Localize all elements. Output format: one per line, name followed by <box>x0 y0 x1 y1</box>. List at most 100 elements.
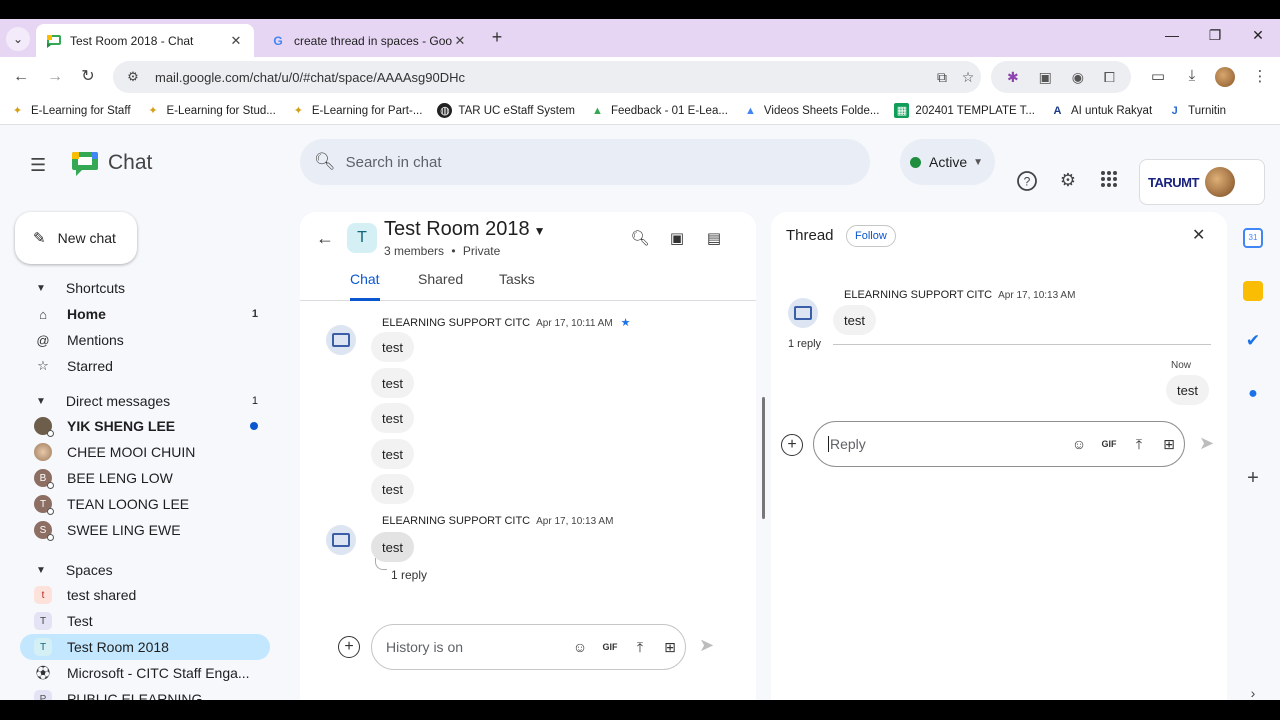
bookmark-elearning-students[interactable]: ✦ E-Learning for Stud... <box>146 103 275 118</box>
thread-reply-link[interactable]: 1 reply <box>391 568 427 582</box>
gif-icon[interactable]: GIF <box>595 642 625 652</box>
upload-icon[interactable]: ⤒ <box>625 639 655 656</box>
message-bubble[interactable]: test <box>371 403 414 433</box>
dm-section-header[interactable]: ▼ Direct messages 1 <box>36 393 258 409</box>
apps-grid-icon[interactable] <box>1098 170 1120 192</box>
calendar-icon[interactable]: 31 <box>1243 228 1263 248</box>
add-attachment-icon[interactable]: + <box>338 636 360 658</box>
star-icon[interactable]: ★ <box>621 317 631 329</box>
video-meeting-icon[interactable]: ⊞ <box>655 639 685 656</box>
settings-gear-icon[interactable]: ⚙ <box>1057 170 1079 192</box>
download-icon[interactable]: ⤓ <box>1182 67 1202 87</box>
extension-icon[interactable]: ✱ <box>1007 69 1019 86</box>
help-icon[interactable]: ? <box>1016 170 1038 192</box>
dm-yik-sheng-lee[interactable]: YIK SHENG LEE <box>20 413 270 439</box>
message-bubble[interactable]: test <box>371 474 414 504</box>
tab-search-icon[interactable]: ⌄ <box>6 27 30 51</box>
bookmark-feedback[interactable]: ▲ Feedback - 01 E-Lea... <box>590 103 728 118</box>
address-bar[interactable]: ⚙ mail.google.com/chat/u/0/#chat/space/A… <box>113 61 981 93</box>
room-title[interactable]: Test Room 2018 ▼ <box>384 218 546 241</box>
menu-more-icon[interactable]: ⋮ <box>1250 67 1270 87</box>
message-bubble[interactable]: test <box>371 368 414 398</box>
main-menu-icon[interactable]: ☰ <box>30 155 52 177</box>
bookmark-template[interactable]: ▦ 202401 TEMPLATE T... <box>894 103 1035 118</box>
cast-icon[interactable]: ▭ <box>1148 67 1168 87</box>
member-count[interactable]: 3 members <box>384 244 444 258</box>
extension-icon[interactable]: ▣ <box>1039 69 1052 86</box>
tab-google-search[interactable]: G create thread in spaces - Googl ✕ <box>260 24 478 57</box>
close-icon[interactable]: ✕ <box>1192 225 1205 245</box>
dm-tean-loong-lee[interactable]: T TEAN LOONG LEE <box>20 491 270 517</box>
shortcuts-section-header[interactable]: ▼ Shortcuts <box>36 280 125 296</box>
follow-button[interactable]: Follow <box>846 225 896 247</box>
close-tab-icon[interactable]: ✕ <box>452 33 468 49</box>
bookmark-turnitin[interactable]: J Turnitin <box>1167 103 1226 118</box>
org-account-button[interactable]: TARUMT <box>1139 159 1265 205</box>
new-chat-button[interactable]: ✎ New chat <box>15 212 137 264</box>
dm-bee-leng-low[interactable]: B BEE LENG LOW <box>20 465 270 491</box>
dm-chee-mooi-chuin[interactable]: CHEE MOOI CHUIN <box>20 439 270 465</box>
emoji-icon[interactable]: ☺ <box>565 639 595 655</box>
space-test-shared[interactable]: t test shared <box>20 582 270 608</box>
site-info-icon[interactable]: ⚙ <box>123 67 143 87</box>
message-bubble[interactable]: test <box>371 439 414 469</box>
search-icon[interactable]: 🔍︎ <box>630 229 650 247</box>
space-test[interactable]: T Test <box>20 608 270 634</box>
space-test-room-2018[interactable]: T Test Room 2018 <box>20 634 270 660</box>
bookmark-estaff[interactable]: ◍ TAR UC eStaff System <box>437 103 575 118</box>
sender-name[interactable]: ELEARNING SUPPORT CITC <box>382 515 530 527</box>
spaces-section-header[interactable]: ▼ Spaces <box>36 562 113 578</box>
bookmark-elearning-part[interactable]: ✦ E-Learning for Part-... <box>291 103 423 118</box>
upload-icon[interactable]: ⤒ <box>1124 436 1154 453</box>
sidebar-item-mentions[interactable]: @ Mentions <box>20 327 270 353</box>
contacts-icon[interactable]: ● <box>1243 384 1263 404</box>
add-addon-icon[interactable]: + <box>1243 468 1263 488</box>
open-in-app-icon[interactable]: ⧉ <box>929 69 955 86</box>
keep-icon[interactable] <box>1243 281 1263 301</box>
space-public-elearning[interactable]: P PUBLIC ELEARNING <box>20 686 270 700</box>
close-tab-icon[interactable]: ✕ <box>228 33 244 49</box>
message-input[interactable]: History is on ☺ GIF ⤒ ⊞ <box>371 624 686 670</box>
profile-avatar[interactable] <box>1215 67 1235 87</box>
send-icon[interactable]: ➤ <box>1199 433 1214 454</box>
tab-shared[interactable]: Shared <box>418 271 463 301</box>
back-arrow-icon[interactable]: ← <box>316 228 334 249</box>
sidebar-item-starred[interactable]: ☆ Starred <box>20 353 270 379</box>
bookmark-ai-rakyat[interactable]: A AI untuk Rakyat <box>1050 103 1152 118</box>
reply-input[interactable]: Reply ☺ GIF ⤒ ⊞ <box>813 421 1185 467</box>
bookmark-videos[interactable]: ▲ Videos Sheets Folde... <box>743 103 879 118</box>
new-tab-icon[interactable]: + <box>485 27 509 48</box>
bookmark-star-icon[interactable]: ☆ <box>955 69 981 86</box>
tab-chat[interactable]: Chat <box>350 271 380 301</box>
restore-icon[interactable]: ❐ <box>1205 27 1225 44</box>
message-bubble[interactable]: test <box>371 332 414 362</box>
chat-scrollbar[interactable] <box>762 397 765 519</box>
sender-avatar[interactable] <box>788 298 818 328</box>
send-icon[interactable]: ➤ <box>699 635 714 656</box>
tasks-icon[interactable]: ✔ <box>1243 331 1263 351</box>
space-microsoft-citc[interactable]: ⚽︎ Microsoft - CITC Staff Enga... <box>20 660 270 686</box>
back-icon[interactable]: ← <box>10 66 32 88</box>
sender-avatar[interactable] <box>326 525 356 555</box>
bookmark-elearning-staff[interactable]: ✦ E-Learning for Staff <box>10 103 131 118</box>
video-meeting-icon[interactable]: ⊞ <box>1154 436 1184 453</box>
picture-in-picture-icon[interactable]: ▣ <box>667 229 687 247</box>
sender-name[interactable]: ELEARNING SUPPORT CITC <box>382 317 530 329</box>
forward-icon[interactable]: → <box>44 66 66 88</box>
close-window-icon[interactable]: ✕ <box>1248 27 1268 44</box>
search-input[interactable]: 🔍︎ Search in chat <box>300 139 870 185</box>
chevron-right-icon[interactable]: › <box>1243 683 1263 700</box>
dm-swee-ling-ewe[interactable]: S SWEE LING EWE <box>20 517 270 543</box>
thread-list-icon[interactable]: ▤ <box>704 229 724 247</box>
gif-icon[interactable]: GIF <box>1094 439 1124 449</box>
puzzle-icon[interactable]: ⧠ <box>1104 69 1115 86</box>
emoji-icon[interactable]: ☺ <box>1064 436 1094 452</box>
camera-icon[interactable]: ◉ <box>1072 69 1084 86</box>
sidebar-item-home[interactable]: ⌂ Home 1 <box>20 301 270 327</box>
tab-test-room[interactable]: Test Room 2018 - Chat ✕ <box>36 24 254 57</box>
tab-tasks[interactable]: Tasks <box>499 271 535 301</box>
sender-name[interactable]: ELEARNING SUPPORT CITC <box>844 289 992 301</box>
sender-avatar[interactable] <box>326 325 356 355</box>
add-attachment-icon[interactable]: + <box>781 434 803 456</box>
status-selector[interactable]: Active ▼ <box>900 139 995 185</box>
